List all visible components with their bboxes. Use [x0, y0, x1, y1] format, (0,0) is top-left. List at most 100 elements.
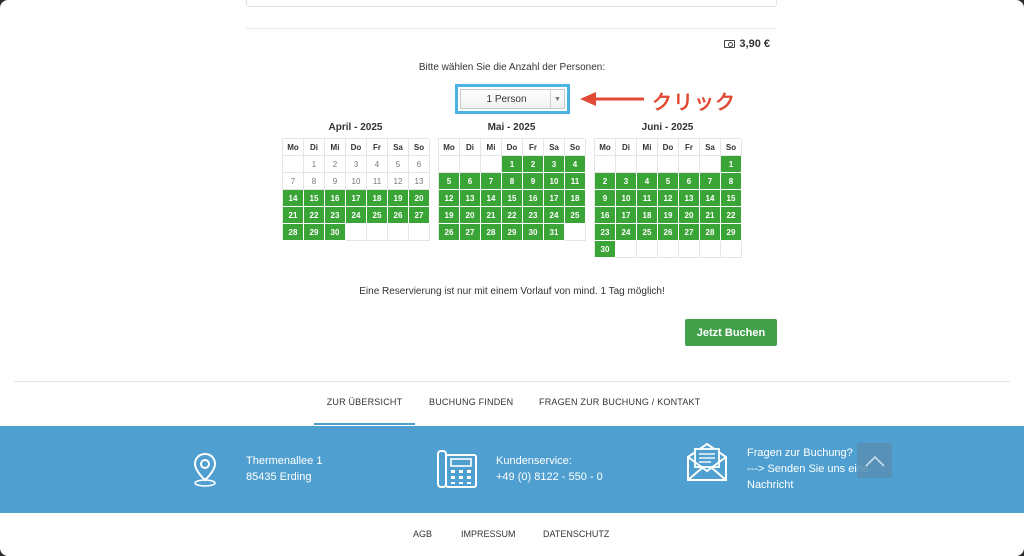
calendar-day-available[interactable]: 16 — [325, 190, 346, 207]
calendar-day-available[interactable]: 10 — [544, 173, 565, 190]
calendar-day-available[interactable]: 11 — [565, 173, 586, 190]
calendar-day-available[interactable]: 2 — [523, 156, 544, 173]
book-now-button[interactable]: Jetzt Buchen — [685, 319, 777, 346]
calendar-day-available[interactable]: 28 — [700, 224, 721, 241]
calendar-day-available[interactable]: 25 — [367, 207, 388, 224]
calendar-day-available[interactable]: 19 — [439, 207, 460, 224]
calendar-day-available[interactable]: 17 — [616, 207, 637, 224]
persons-select[interactable]: 1 Person ▼ — [460, 89, 565, 109]
calendar-day-available[interactable]: 15 — [502, 190, 523, 207]
calendar-day-available[interactable]: 9 — [523, 173, 544, 190]
calendar-day-available[interactable]: 17 — [346, 190, 367, 207]
calendar-day-available[interactable]: 15 — [304, 190, 325, 207]
calendar-day-available[interactable]: 24 — [544, 207, 565, 224]
calendar-day-available[interactable]: 30 — [523, 224, 544, 241]
calendar-day-available[interactable]: 3 — [544, 156, 565, 173]
calendar-day-available[interactable]: 25 — [565, 207, 586, 224]
calendar-day-available[interactable]: 7 — [481, 173, 502, 190]
link-impressum[interactable]: IMPRESSUM — [461, 529, 516, 539]
calendar-day-available[interactable]: 23 — [325, 207, 346, 224]
calendar-day-available[interactable]: 15 — [721, 190, 742, 207]
calendar-day-available[interactable]: 30 — [595, 241, 616, 258]
calendar-day-available[interactable]: 10 — [616, 190, 637, 207]
calendar-day-available[interactable]: 14 — [481, 190, 502, 207]
calendar-day-available[interactable]: 13 — [460, 190, 481, 207]
calendar-day-available[interactable]: 22 — [304, 207, 325, 224]
chevron-down-icon[interactable]: ▼ — [550, 90, 564, 108]
calendar-day-available[interactable]: 17 — [544, 190, 565, 207]
calendar-day-available[interactable]: 26 — [658, 224, 679, 241]
calendar-day-available[interactable]: 20 — [679, 207, 700, 224]
calendar-day-available[interactable]: 29 — [304, 224, 325, 241]
calendar-day-available[interactable]: 22 — [502, 207, 523, 224]
calendar-day-available[interactable]: 24 — [616, 224, 637, 241]
booking-page: 3,90 € Bitte wählen Sie die Anzahl der P… — [0, 0, 1024, 556]
calendar-day-available[interactable]: 16 — [523, 190, 544, 207]
calendar-day-available[interactable]: 23 — [523, 207, 544, 224]
calendar-day-available[interactable]: 21 — [283, 207, 304, 224]
calendar-day-available[interactable]: 29 — [721, 224, 742, 241]
calendar-day-available[interactable]: 6 — [460, 173, 481, 190]
calendar-day-available[interactable]: 4 — [637, 173, 658, 190]
nav-find-booking[interactable]: BUCHUNG FINDEN — [429, 397, 513, 425]
booking-question[interactable]: Fragen zur Buchung? ---> Senden Sie uns … — [747, 445, 869, 493]
calendar-day-available[interactable]: 19 — [388, 190, 409, 207]
link-datenschutz[interactable]: DATENSCHUTZ — [543, 529, 609, 539]
calendar-day-available[interactable]: 18 — [565, 190, 586, 207]
calendar-day-available[interactable]: 21 — [481, 207, 502, 224]
address: Thermenallee 1 85435 Erding — [246, 453, 322, 485]
calendar-day-available[interactable]: 13 — [679, 190, 700, 207]
previous-section-box — [246, 0, 777, 7]
calendar-day-available[interactable]: 21 — [700, 207, 721, 224]
calendar-day-available[interactable]: 3 — [616, 173, 637, 190]
calendar-day-available[interactable]: 27 — [679, 224, 700, 241]
calendar-day-available[interactable]: 29 — [502, 224, 523, 241]
calendar-day-available[interactable]: 5 — [439, 173, 460, 190]
calendar-day-available[interactable]: 26 — [439, 224, 460, 241]
calendar-day-available[interactable]: 20 — [460, 207, 481, 224]
calendar-day-available[interactable]: 8 — [721, 173, 742, 190]
calendar-day-available[interactable]: 16 — [595, 207, 616, 224]
calendar-day-available[interactable]: 7 — [700, 173, 721, 190]
calendar-day-available[interactable]: 1 — [721, 156, 742, 173]
calendar-day-available[interactable]: 2 — [595, 173, 616, 190]
calendar-day-available[interactable]: 5 — [658, 173, 679, 190]
calendar-day-available[interactable]: 27 — [409, 207, 430, 224]
calendar-day-available[interactable]: 31 — [544, 224, 565, 241]
calendar-day-available[interactable]: 12 — [439, 190, 460, 207]
calendar-day-available[interactable]: 11 — [637, 190, 658, 207]
calendar-grid: Mo Di Mi Do Fr Sa So 1 2 3 4 5 6 7 8 9 10 11 12 13 14 15 16 17 1… — [438, 138, 586, 241]
calendar-day-available[interactable]: 28 — [283, 224, 304, 241]
calendar-day-empty — [700, 241, 721, 258]
calendar-day-available[interactable]: 23 — [595, 224, 616, 241]
calendar-day-empty — [616, 156, 637, 173]
calendar-day-available[interactable]: 8 — [502, 173, 523, 190]
calendar-day-available[interactable]: 28 — [481, 224, 502, 241]
calendar-day-available[interactable]: 18 — [637, 207, 658, 224]
calendar-day-available[interactable]: 22 — [721, 207, 742, 224]
scroll-to-top-button[interactable] — [857, 443, 892, 478]
weekday-header: Sa — [700, 139, 721, 156]
calendar-day-available[interactable]: 18 — [367, 190, 388, 207]
weekday-header: Mo — [283, 139, 304, 156]
link-agb[interactable]: AGB — [413, 529, 432, 539]
calendar-day-available[interactable]: 14 — [283, 190, 304, 207]
calendar-day-available[interactable]: 26 — [388, 207, 409, 224]
nav-contact[interactable]: FRAGEN ZUR BUCHUNG / KONTAKT — [539, 397, 700, 425]
calendar-day-available[interactable]: 14 — [700, 190, 721, 207]
calendar-day-available[interactable]: 24 — [346, 207, 367, 224]
calendar-day-available[interactable]: 4 — [565, 156, 586, 173]
calendar-day-available[interactable]: 30 — [325, 224, 346, 241]
calendar-day-available[interactable]: 19 — [658, 207, 679, 224]
nav-overview[interactable]: ZUR ÜBERSICHT — [314, 397, 415, 425]
calendar-day-available[interactable]: 27 — [460, 224, 481, 241]
calendar-day-available[interactable]: 12 — [658, 190, 679, 207]
calendar-day-available[interactable]: 9 — [595, 190, 616, 207]
question-line-1: Fragen zur Buchung? — [747, 447, 853, 459]
calendar-day-available[interactable]: 25 — [637, 224, 658, 241]
calendar-day-unavailable: 3 — [346, 156, 367, 173]
calendar-day-available[interactable]: 6 — [679, 173, 700, 190]
calendar-day-available[interactable]: 20 — [409, 190, 430, 207]
service-phone[interactable]: +49 (0) 8122 - 550 - 0 — [496, 469, 603, 485]
calendar-day-available[interactable]: 1 — [502, 156, 523, 173]
